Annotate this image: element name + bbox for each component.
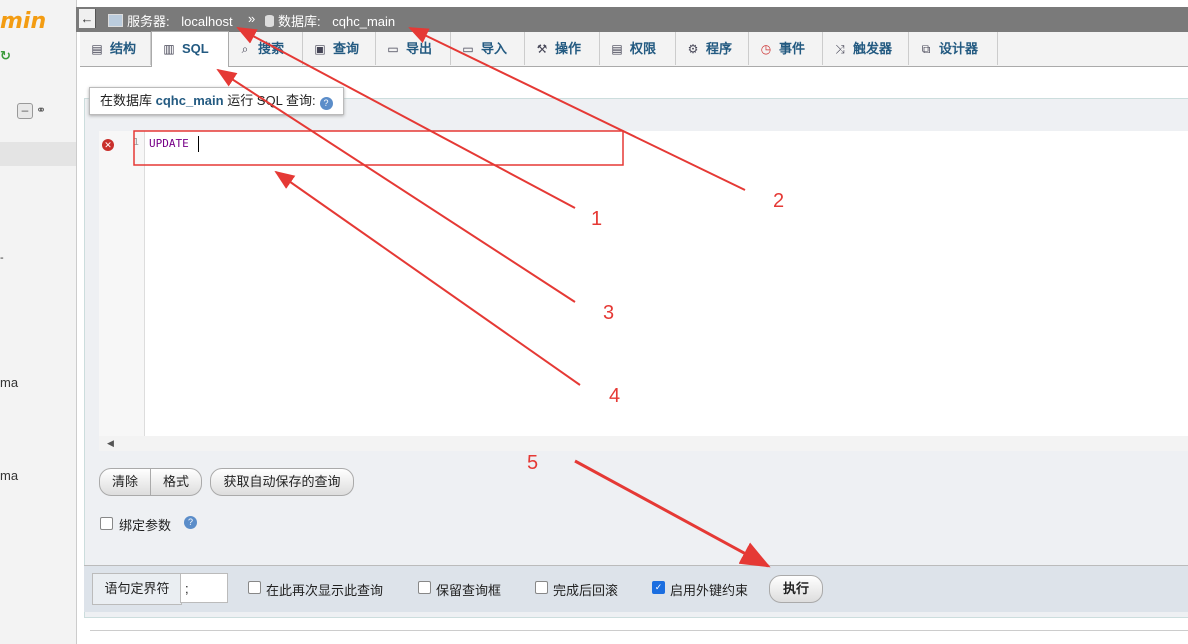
sql-icon: ▥: [163, 42, 175, 56]
tab-triggers[interactable]: ⤨ 触发器: [823, 32, 909, 65]
delimiter-label: 语句定界符: [92, 573, 182, 605]
breadcrumb-database[interactable]: 数据库: cqhc_main: [265, 11, 395, 30]
tab-import[interactable]: ▭ 导入: [451, 32, 525, 65]
rollback-label[interactable]: 完成后回滚: [553, 580, 618, 599]
breadcrumb-separator: »: [248, 11, 256, 26]
show-query-again-checkbox[interactable]: [248, 581, 261, 594]
retain-query-box-label[interactable]: 保留查询框: [436, 580, 501, 599]
query-icon: ▣: [314, 42, 326, 56]
tab-privileges[interactable]: ▤ 权限: [600, 32, 676, 65]
foreign-key-checks-label[interactable]: 启用外键约束: [670, 580, 748, 599]
back-arrow-icon[interactable]: ←: [79, 9, 96, 28]
triggers-icon: ⤨: [835, 42, 845, 56]
execute-button[interactable]: 执行: [769, 575, 823, 603]
tab-bar: ▤ 结构 ▥ SQL ⌕ 搜索 ▣ 查询 ▭ 导出 ▭ 导入 ⚒ 操作 ▤ 权限 ⚙ 程序 ◷ 事件…: [80, 31, 1188, 67]
bind-parameters-checkbox[interactable]: [100, 517, 113, 530]
db-label: 数据库:: [278, 14, 321, 29]
annotation-number-1: 1: [591, 208, 603, 230]
tab-search[interactable]: ⌕ 搜索: [228, 32, 303, 65]
tab-events[interactable]: ◷ 事件: [749, 32, 823, 65]
annotation-number-4: 4: [609, 385, 621, 407]
breadcrumb: ← 服务器: localhost » 数据库: cqhc_main: [76, 7, 1188, 32]
retain-query-box-checkbox[interactable]: [418, 581, 431, 594]
editor-gutter: ✕ 1: [99, 131, 145, 436]
nav-item-partial[interactable]: ma: [0, 375, 18, 390]
reload-icon[interactable]: ↻: [0, 48, 12, 63]
sql-editor[interactable]: ✕ 1 UPDATE: [99, 131, 1188, 436]
collapse-all-button[interactable]: –: [17, 103, 33, 119]
search-icon: ⌕: [241, 42, 249, 56]
server-label: 服务器:: [127, 14, 170, 29]
get-autosaved-query-button[interactable]: 获取自动保存的查询: [210, 468, 354, 496]
help-icon[interactable]: ?: [319, 97, 333, 110]
divider: [90, 630, 1188, 631]
nav-item-partial[interactable]: ma: [0, 468, 18, 483]
annotation-number-2: 2: [773, 190, 785, 212]
tab-operations[interactable]: ⚒ 操作: [525, 32, 600, 65]
server-icon: [108, 14, 123, 27]
navigation-panel: min ↻ – ⚭ - ma ma: [0, 0, 77, 644]
tab-sql[interactable]: ▥ SQL: [151, 31, 229, 67]
tab-routines[interactable]: ⚙ 程序: [676, 32, 749, 65]
events-icon: ◷: [760, 42, 772, 56]
text-cursor: [198, 136, 199, 152]
nav-tree-marker: -: [0, 252, 4, 264]
help-icon[interactable]: ?: [184, 516, 197, 529]
tab-export[interactable]: ▭ 导出: [376, 32, 451, 65]
server-value[interactable]: localhost: [181, 14, 232, 29]
database-icon: [265, 15, 274, 27]
routines-icon: ⚙: [687, 42, 699, 56]
phpmyadmin-logo[interactable]: min: [0, 9, 46, 34]
breadcrumb-server[interactable]: 服务器: localhost: [108, 11, 233, 30]
tab-designer[interactable]: ⧉ 设计器: [909, 32, 998, 65]
line-number: 1: [133, 137, 140, 148]
bind-parameters-label[interactable]: 绑定参数: [119, 515, 171, 534]
clear-button[interactable]: 清除: [99, 468, 151, 496]
query-db-name[interactable]: cqhc_main: [156, 93, 224, 108]
import-icon: ▭: [462, 42, 474, 56]
show-query-again-label[interactable]: 在此再次显示此查询: [266, 580, 383, 599]
export-icon: ▭: [387, 42, 399, 56]
delimiter-input[interactable]: ;: [180, 573, 228, 603]
nav-selected-row[interactable]: [0, 142, 76, 166]
annotation-number-5: 5: [527, 452, 539, 474]
format-button[interactable]: 格式: [150, 468, 202, 496]
editor-scrollbar[interactable]: ◀: [99, 436, 1188, 451]
query-box-title: 在数据库 cqhc_main 运行 SQL 查询:?: [89, 87, 344, 115]
designer-icon: ⧉: [921, 42, 931, 56]
privileges-icon: ▤: [611, 42, 623, 56]
tab-query[interactable]: ▣ 查询: [303, 32, 376, 65]
error-icon: ✕: [102, 139, 114, 151]
sql-code[interactable]: UPDATE: [149, 137, 189, 150]
tab-structure[interactable]: ▤ 结构: [80, 32, 151, 65]
annotation-number-3: 3: [603, 302, 615, 324]
wrench-icon: ⚒: [536, 42, 548, 56]
db-value[interactable]: cqhc_main: [332, 14, 395, 29]
scroll-left-icon[interactable]: ◀: [107, 438, 114, 449]
structure-icon: ▤: [91, 42, 103, 56]
rollback-checkbox[interactable]: [535, 581, 548, 594]
link-icon[interactable]: ⚭: [36, 103, 46, 117]
foreign-key-checks-checkbox[interactable]: ✓: [652, 581, 665, 594]
